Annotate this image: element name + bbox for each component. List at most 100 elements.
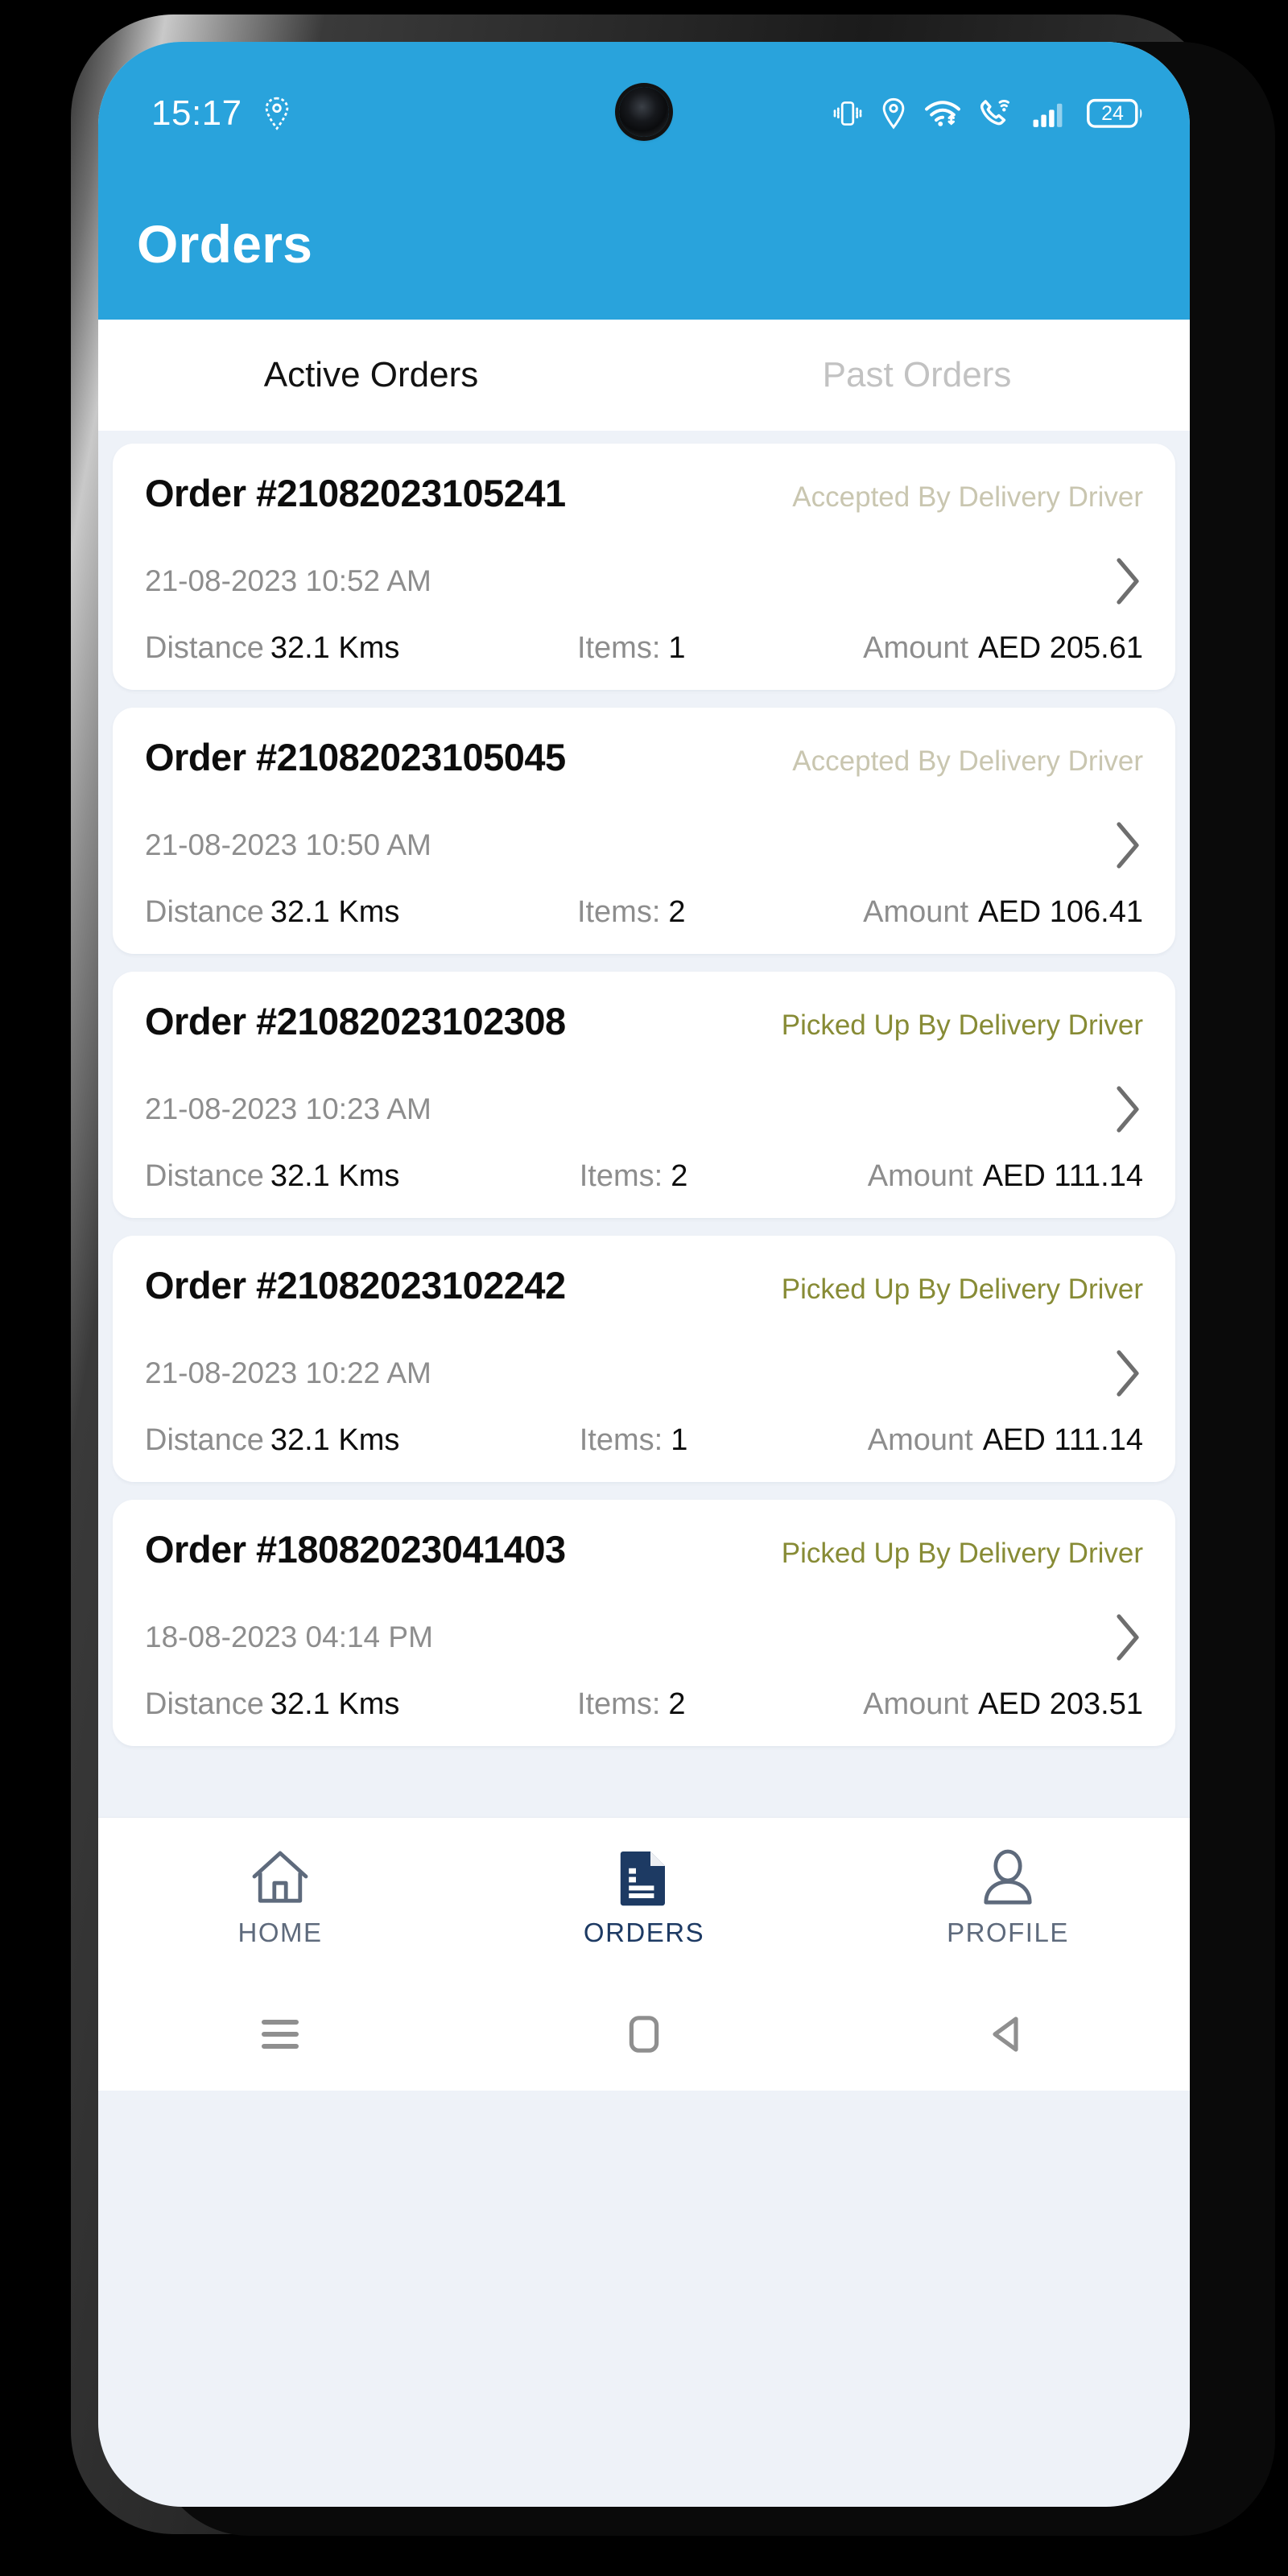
nav-label-orders: ORDERS xyxy=(583,1917,705,1947)
order-items: Items: 1 xyxy=(577,631,686,666)
order-card[interactable]: Order #21082023105241 Accepted By Deliver… xyxy=(113,444,1175,690)
back-button[interactable] xyxy=(826,2014,1190,2054)
order-card-header: Order #18082023041403 Picked Up By Delive… xyxy=(145,1527,1143,1571)
order-card-meta: Distance 32.1 Kms Items: 1 Amount AED 205.61 xyxy=(145,631,1143,666)
order-amount: Amount AED 111.14 xyxy=(868,1159,1143,1194)
order-amount: Amount AED 111.14 xyxy=(868,1423,1143,1458)
order-card-header: Order #21082023105241 Accepted By Deliver… xyxy=(145,471,1143,515)
order-card[interactable]: Order #18082023041403 Picked Up By Delive… xyxy=(113,1500,1175,1746)
android-system-nav xyxy=(98,1978,1190,2091)
order-datetime: 21-08-2023 10:52 AM xyxy=(145,564,431,597)
status-time: 15:17 xyxy=(151,93,242,133)
bottom-nav: HOME ORDERS PROFILE xyxy=(98,1817,1190,1978)
recents-button[interactable] xyxy=(98,2016,462,2053)
order-datetime: 21-08-2023 10:50 AM xyxy=(145,828,431,861)
order-id: Order #21082023102242 xyxy=(145,1264,566,1307)
wifi-icon xyxy=(925,101,960,126)
items-label: Items: xyxy=(576,631,661,665)
phone-screen: 15:17 24 Orders Active Orders Past Order… xyxy=(98,42,1190,2507)
amount-value: AED 111.14 xyxy=(982,1159,1143,1193)
order-card-middle: 21-08-2023 10:23 AM xyxy=(145,1084,1143,1135)
order-card-middle: 21-08-2023 10:22 AM xyxy=(145,1348,1143,1399)
recents-icon xyxy=(262,2020,299,2049)
status-badge: Picked Up By Delivery Driver xyxy=(781,1274,1143,1305)
order-amount: Amount AED 203.51 xyxy=(863,1687,1143,1722)
order-distance: Distance 32.1 Kms xyxy=(145,1687,399,1722)
distance-value: 32.1 Kms xyxy=(270,1687,400,1721)
order-card-header: Order #21082023102242 Picked Up By Delive… xyxy=(145,1263,1143,1307)
amount-label: Amount xyxy=(863,1687,969,1721)
nav-label-home: HOME xyxy=(237,1917,323,1947)
back-triangle-icon xyxy=(993,2017,1018,2052)
order-card-header: Order #21082023105045 Accepted By Deliver… xyxy=(145,735,1143,779)
items-value: 2 xyxy=(671,1159,688,1193)
order-card[interactable]: Order #21082023102242 Picked Up By Delive… xyxy=(113,1236,1175,1482)
order-card-middle: 21-08-2023 10:52 AM xyxy=(145,555,1143,607)
order-distance: Distance 32.1 Kms xyxy=(145,1423,399,1458)
order-id: Order #18082023041403 xyxy=(145,1528,566,1571)
nav-item-home[interactable]: HOME xyxy=(98,1818,462,1978)
tab-bar: Active Orders Past Orders xyxy=(98,320,1190,431)
order-distance: Distance 32.1 Kms xyxy=(145,631,399,666)
order-list[interactable]: Order #21082023105241 Accepted By Deliver… xyxy=(98,431,1190,1817)
tab-past-orders[interactable]: Past Orders xyxy=(644,320,1190,431)
home-icon xyxy=(252,1851,308,1903)
status-bar: 15:17 24 xyxy=(98,42,1190,185)
amount-label: Amount xyxy=(863,895,969,929)
distance-label: Distance xyxy=(145,1687,264,1721)
status-badge: Picked Up By Delivery Driver xyxy=(781,1009,1143,1041)
distance-label: Distance xyxy=(145,1423,264,1457)
battery-level-text: 24 xyxy=(1101,101,1124,125)
items-label: Items: xyxy=(579,1159,663,1193)
order-items: Items: 1 xyxy=(580,1423,688,1458)
distance-value: 32.1 Kms xyxy=(270,631,400,665)
items-value: 1 xyxy=(668,631,686,665)
status-badge: Accepted By Delivery Driver xyxy=(792,481,1143,513)
amount-label: Amount xyxy=(867,1159,973,1193)
app-bar: Orders xyxy=(98,185,1190,320)
items-value: 2 xyxy=(668,895,686,929)
items-value: 1 xyxy=(671,1423,688,1457)
order-id: Order #21082023105045 xyxy=(145,736,566,778)
items-label: Items: xyxy=(576,895,661,929)
chevron-right-icon[interactable] xyxy=(1113,1612,1143,1663)
nav-item-orders[interactable]: ORDERS xyxy=(462,1818,826,1978)
order-card-middle: 18-08-2023 04:14 PM xyxy=(145,1612,1143,1663)
order-datetime: 21-08-2023 10:22 AM xyxy=(145,1356,431,1389)
order-card-meta: Distance 32.1 Kms Items: 2 Amount AED 106.41 xyxy=(145,895,1143,930)
items-label: Items: xyxy=(576,1687,661,1721)
items-value: 2 xyxy=(668,1687,686,1721)
order-card[interactable]: Order #21082023105045 Accepted By Deliver… xyxy=(113,708,1175,954)
chevron-right-icon[interactable] xyxy=(1113,555,1143,607)
nav-item-profile[interactable]: PROFILE xyxy=(826,1818,1190,1978)
home-square-icon xyxy=(629,2016,659,2053)
order-card-header: Order #21082023102308 Picked Up By Delive… xyxy=(145,999,1143,1043)
page-title: Orders xyxy=(137,213,313,274)
distance-label: Distance xyxy=(145,631,264,665)
order-items: Items: 2 xyxy=(577,895,686,930)
amount-label: Amount xyxy=(867,1423,973,1457)
order-card[interactable]: Order #21082023102308 Picked Up By Delive… xyxy=(113,972,1175,1218)
order-id: Order #21082023105241 xyxy=(145,472,566,514)
tab-active-orders[interactable]: Active Orders xyxy=(98,320,644,431)
chevron-right-icon[interactable] xyxy=(1113,1084,1143,1135)
status-left-icons xyxy=(263,97,291,130)
camera-punchhole xyxy=(619,87,669,137)
screenshot-scene: 15:17 24 Orders Active Orders Past Order… xyxy=(0,0,1288,2576)
chevron-right-icon[interactable] xyxy=(1113,1348,1143,1399)
order-distance: Distance 32.1 Kms xyxy=(145,1159,399,1194)
amount-value: AED 111.14 xyxy=(982,1423,1143,1457)
distance-label: Distance xyxy=(145,895,264,929)
document-icon xyxy=(620,1851,665,1905)
distance-label: Distance xyxy=(145,1159,264,1193)
distance-value: 32.1 Kms xyxy=(270,1423,400,1457)
order-card-middle: 21-08-2023 10:50 AM xyxy=(145,819,1143,871)
amount-value: AED 106.41 xyxy=(978,895,1143,929)
person-icon xyxy=(984,1849,1032,1905)
home-button[interactable] xyxy=(462,2014,826,2054)
order-datetime: 18-08-2023 04:14 PM xyxy=(145,1620,433,1653)
status-badge: Picked Up By Delivery Driver xyxy=(781,1538,1143,1569)
battery-icon: 24 xyxy=(1087,98,1145,129)
nav-label-profile: PROFILE xyxy=(947,1917,1069,1947)
chevron-right-icon[interactable] xyxy=(1113,819,1143,871)
